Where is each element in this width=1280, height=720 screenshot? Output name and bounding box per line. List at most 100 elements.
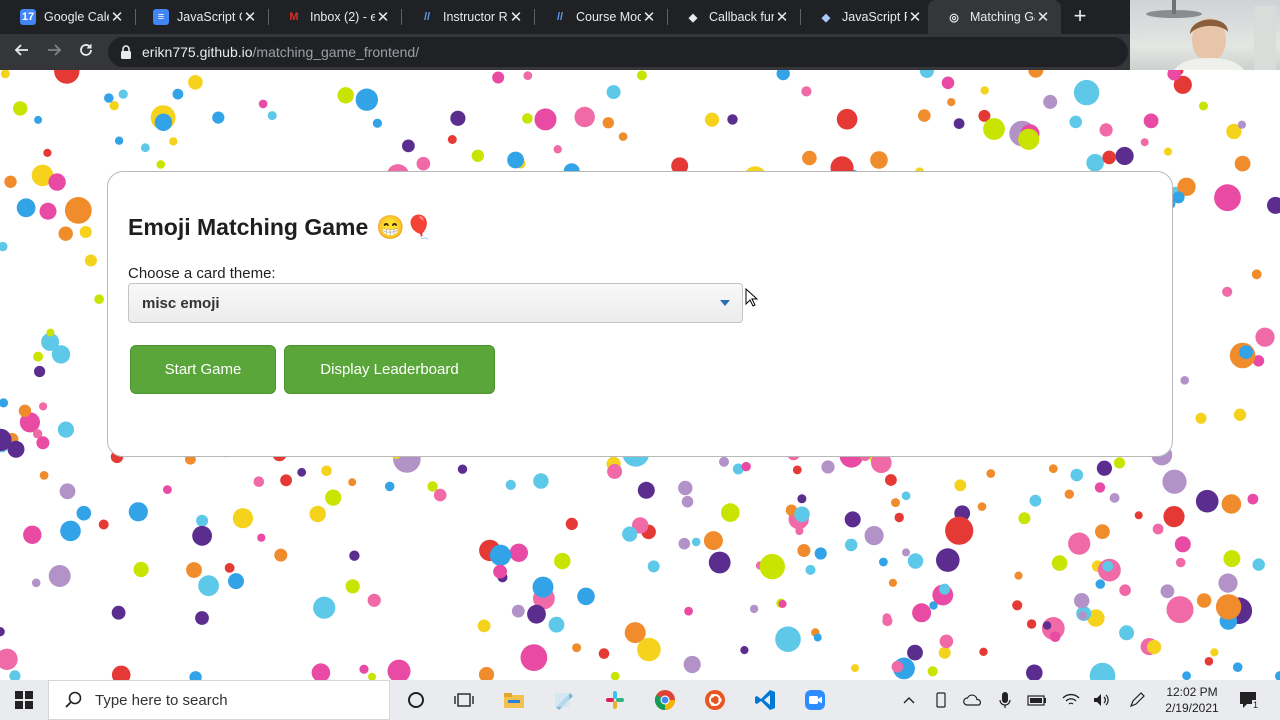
url-host: erikn775.github.io (142, 44, 253, 60)
ubuntu-icon[interactable] (703, 688, 727, 712)
tab-5[interactable]: // Course Modules✕ (534, 0, 667, 34)
pen-icon[interactable] (1127, 690, 1147, 710)
confetti-dot (1070, 468, 1084, 482)
confetti-dot (980, 86, 989, 95)
confetti-dot (0, 241, 8, 252)
confetti-dot (678, 480, 693, 496)
confetti-dot (778, 599, 787, 608)
confetti-dot (727, 114, 738, 125)
start-game-button[interactable]: Start Game (130, 345, 276, 394)
confetti-dot (533, 473, 549, 489)
notification-center-button[interactable]: 1 (1238, 690, 1260, 710)
confetti-dot (228, 573, 244, 590)
forward-button[interactable] (42, 40, 66, 64)
windows-start-button[interactable] (12, 688, 36, 712)
confetti-dot (708, 551, 731, 574)
confetti-dot (947, 98, 956, 107)
taskbar-clock[interactable]: 12:02 PM 2/19/2021 (1160, 684, 1224, 716)
chrome-icon[interactable] (653, 688, 677, 712)
canvas-icon: // (423, 11, 431, 23)
confetti-dot (1048, 464, 1058, 474)
confetti-dot (986, 469, 996, 478)
confetti-dot (647, 560, 660, 573)
tab-7[interactable]: ◆ JavaScript Promise✕ (800, 0, 933, 34)
volume-icon[interactable] (1091, 690, 1111, 710)
confetti-dot (795, 526, 804, 536)
task-view-icon[interactable] (452, 688, 476, 712)
tab-label: JavaScript Course (177, 10, 242, 24)
display-leaderboard-button[interactable]: Display Leaderboard (284, 345, 495, 394)
confetti-dot (188, 75, 203, 90)
windows-taskbar: Type here to search 12:02 PM 2/19/2021 1 (0, 680, 1280, 720)
reload-button[interactable] (74, 40, 98, 64)
confetti-dot (114, 136, 124, 145)
zoom-icon[interactable] (803, 688, 827, 712)
confetti-dot (33, 351, 44, 362)
confetti-dot (907, 553, 924, 569)
close-icon[interactable]: ✕ (1035, 8, 1051, 26)
confetti-dot (1095, 524, 1110, 539)
tab-6[interactable]: ◆ Callback functions✕ (667, 0, 800, 34)
close-icon[interactable]: ✕ (109, 8, 125, 26)
tab-3[interactable]: M Inbox (2) - erikn✕ (268, 0, 401, 34)
new-tab-button[interactable]: + (1068, 4, 1092, 28)
confetti-dot (76, 505, 92, 521)
confetti-dot (59, 483, 76, 500)
confetti-dot (775, 626, 801, 652)
slack-icon[interactable] (603, 688, 627, 712)
confetti-dot (1026, 619, 1037, 629)
confetti-dot (1051, 555, 1068, 571)
wifi-icon[interactable] (1061, 690, 1081, 710)
tab-1[interactable]: 17 Google Calendar✕ (2, 0, 135, 34)
close-icon[interactable]: ✕ (641, 8, 657, 26)
taskbar-search-box[interactable]: Type here to search (48, 680, 390, 720)
confetti-dot (4, 175, 17, 188)
confetti-dot (1160, 584, 1175, 599)
confetti-dot (457, 464, 468, 474)
confetti-dot (1119, 625, 1135, 641)
confetti-dot (1210, 648, 1219, 657)
confetti-dot (478, 667, 495, 680)
battery-icon[interactable] (1027, 690, 1047, 710)
close-icon[interactable]: ✕ (907, 8, 923, 26)
confetti-dot (349, 550, 360, 561)
confetti-dot (691, 537, 701, 547)
close-icon[interactable]: ✕ (774, 8, 790, 26)
confetti-dot (1099, 123, 1113, 137)
confetti-dot (684, 606, 693, 616)
confetti-dot (703, 531, 723, 551)
onedrive-icon[interactable] (963, 690, 983, 710)
vscode-icon[interactable] (753, 688, 777, 712)
chevron-down-icon (720, 300, 730, 306)
address-bar[interactable]: erikn775.github.io/matching_game_fronten… (108, 37, 1128, 67)
back-button[interactable] (10, 40, 34, 64)
close-icon[interactable]: ✕ (508, 8, 524, 26)
microphone-icon[interactable] (995, 690, 1015, 710)
tab-8[interactable]: ◎ Matching Game✕ (928, 0, 1061, 34)
tab-4[interactable]: // Instructor Resources✕ (401, 0, 534, 34)
confetti-dot (433, 488, 447, 502)
tab-2[interactable]: ≡ JavaScript Course✕ (135, 0, 268, 34)
confetti-dot (311, 663, 331, 680)
confetti-dot (797, 494, 807, 504)
clock-time: 12:02 PM (1166, 685, 1218, 699)
confetti-dot (888, 578, 898, 587)
confetti-dot (565, 517, 578, 530)
confetti-dot (1026, 664, 1043, 680)
confetti-dot (792, 465, 802, 475)
confetti-dot (844, 538, 858, 552)
theme-select[interactable]: misc emoji (128, 283, 743, 323)
confetti-dot (637, 637, 661, 662)
confetti-dot (258, 99, 268, 109)
chevron-up-icon[interactable] (899, 690, 919, 710)
notepad-icon[interactable] (552, 688, 576, 712)
confetti-dot (814, 547, 827, 560)
confetti-dot (637, 481, 655, 499)
file-explorer-icon[interactable] (502, 688, 526, 712)
close-icon[interactable]: ✕ (375, 8, 391, 26)
confetti-dot (1028, 70, 1044, 78)
cortana-icon[interactable] (404, 688, 428, 712)
confetti-dot (18, 404, 32, 417)
phone-link-icon[interactable] (931, 690, 951, 710)
close-icon[interactable]: ✕ (242, 8, 258, 26)
